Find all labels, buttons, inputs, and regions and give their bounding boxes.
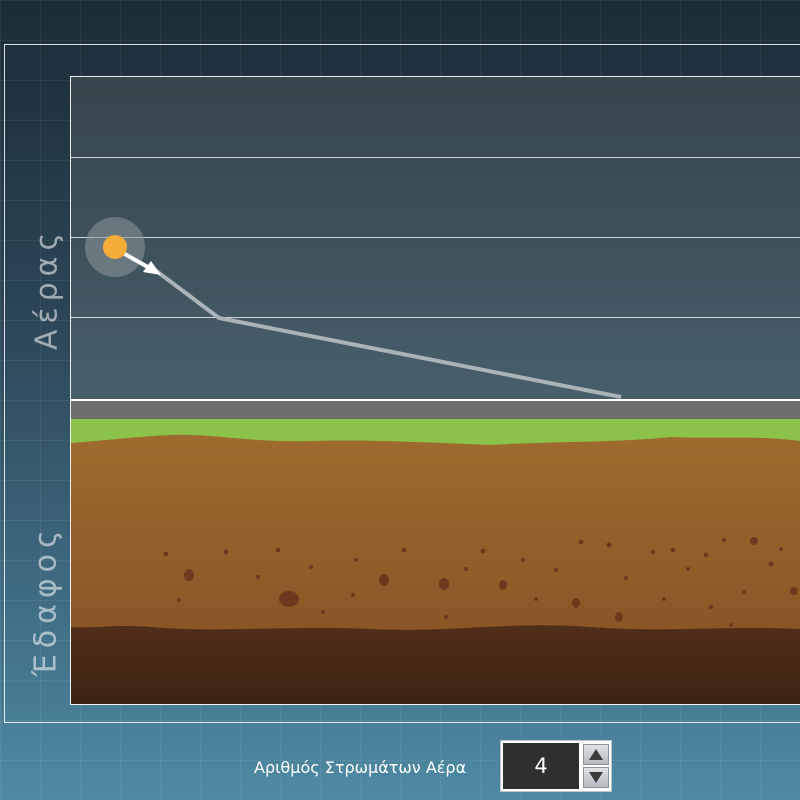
radiation-ray (149, 265, 622, 399)
air-layers-spinner[interactable]: 4 (500, 740, 612, 792)
soil-side-label: Έδαφος (28, 524, 64, 677)
air-layers-value[interactable]: 4 (503, 743, 579, 789)
air-side-label: Αέρας (29, 226, 65, 351)
decrease-layers-button[interactable] (583, 767, 609, 788)
radiation-overlay (85, 217, 622, 399)
increase-layers-button[interactable] (583, 744, 609, 765)
triangle-up-icon (589, 749, 603, 760)
triangle-down-icon (589, 772, 603, 783)
sun-icon (103, 235, 127, 259)
air-layers-label: Αριθμός Στρωμάτων Αέρα (254, 758, 467, 777)
simulation-scene (70, 76, 800, 705)
layer-control-row: Αριθμός Στρωμάτων Αέρα 4 (0, 738, 800, 794)
